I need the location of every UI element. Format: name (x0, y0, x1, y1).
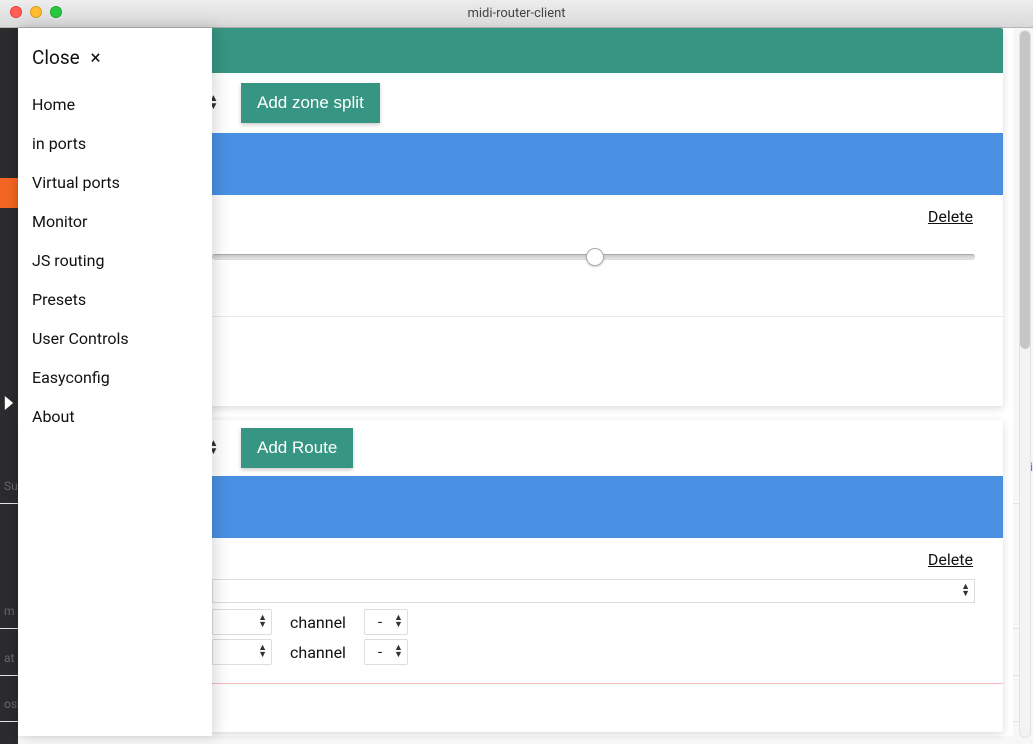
zone-delete-link[interactable]: Delete (928, 201, 975, 236)
slider-track (212, 254, 975, 260)
close-icon: × (90, 46, 100, 69)
sidebar-drawer: Close × Home in ports Virtual ports Moni… (18, 28, 212, 736)
stepper-icon: ▲▼ (394, 645, 403, 659)
stepper-icon: ▲▼ (394, 615, 403, 629)
route-row-2-channel-label: channel (290, 643, 346, 662)
vertical-scrollbar[interactable] (1019, 30, 1031, 738)
scrollbar-thumb[interactable] (1020, 31, 1030, 349)
sidebar-item-virtual-ports[interactable]: Virtual ports (28, 163, 212, 202)
route-divider (212, 683, 1003, 684)
chevron-right-icon (0, 388, 18, 418)
select-value: - (378, 643, 382, 661)
sidebar-item-presets[interactable]: Presets (28, 280, 212, 319)
window-zoom-icon[interactable] (50, 6, 62, 18)
background-orange-marker (0, 178, 18, 208)
route-row-2: ▲▼ channel - ▲▼ (212, 639, 975, 665)
sidebar-item-easyconfig[interactable]: Easyconfig (28, 358, 212, 397)
sidebar-item-home[interactable]: Home (28, 85, 212, 124)
window-minimize-icon[interactable] (30, 6, 42, 18)
route-row-1-port-select[interactable]: ▲▼ (212, 609, 272, 635)
background-left-strip (0, 28, 18, 744)
divider (212, 316, 1003, 317)
sidebar-item-monitor[interactable]: Monitor (28, 202, 212, 241)
stepper-icon: ▲▼ (258, 615, 267, 629)
window-close-icon[interactable] (10, 6, 22, 18)
titlebar: midi-router-client (0, 0, 1033, 28)
sidebar-item-about[interactable]: About (28, 397, 212, 436)
route-row-2-port-select[interactable]: ▲▼ (212, 639, 272, 665)
app-surface: ▲ ▼ Add zone split Delete ▲ ▼ Add Route (18, 28, 1013, 736)
route-row-1-channel-label: channel (290, 613, 346, 632)
stepper-icon: ▲▼ (258, 645, 267, 659)
sidebar-item-js-routing[interactable]: JS routing (28, 241, 212, 280)
window-title: midi-router-client (467, 6, 565, 21)
route-row-1-channel-select[interactable]: - ▲▼ (364, 609, 408, 635)
zone-split-slider[interactable] (212, 236, 975, 270)
route-row-2-channel-select[interactable]: - ▲▼ (364, 639, 408, 665)
sidebar-close-label: Close (32, 46, 80, 69)
sidebar-close-button[interactable]: Close × (28, 46, 212, 85)
add-zone-split-button[interactable]: Add zone split (241, 83, 380, 123)
slider-thumb[interactable] (586, 248, 604, 266)
route-destination-select[interactable]: ▲▼ (212, 579, 975, 603)
add-route-button[interactable]: Add Route (241, 428, 353, 468)
sidebar-item-user-controls[interactable]: User Controls (28, 319, 212, 358)
select-value: - (378, 613, 382, 631)
route-delete-link[interactable]: Delete (928, 544, 975, 579)
window-controls (10, 6, 62, 18)
stepper-icon: ▲▼ (961, 584, 970, 598)
sidebar-item-in-ports[interactable]: in ports (28, 124, 212, 163)
route-row-1: ▲▼ channel - ▲▼ (212, 609, 975, 635)
